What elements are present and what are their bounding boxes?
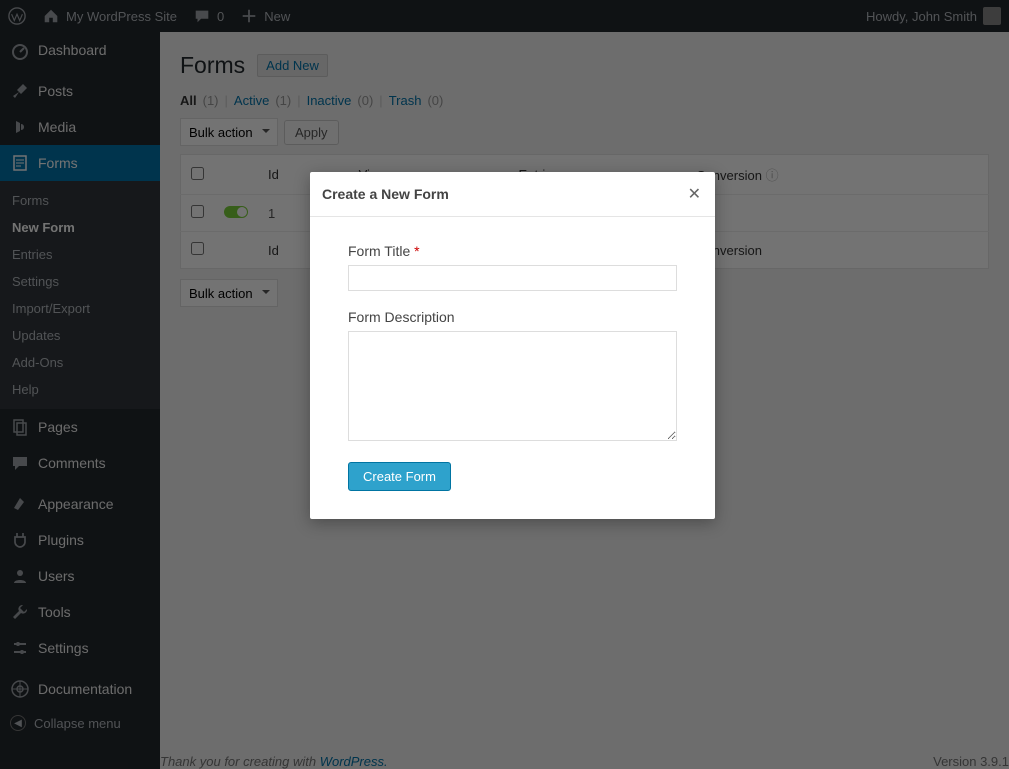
form-title-label: Form Title * (348, 243, 677, 259)
modal-body: Form Title * Form Description Create For… (310, 217, 715, 519)
form-description-label: Form Description (348, 309, 677, 325)
close-icon[interactable]: ✕ (686, 182, 703, 206)
create-form-modal: Create a New Form ✕ Form Title * Form De… (310, 172, 715, 519)
form-description-textarea[interactable] (348, 331, 677, 441)
modal-header: Create a New Form ✕ (310, 172, 715, 217)
form-title-input[interactable] (348, 265, 677, 291)
create-form-button[interactable]: Create Form (348, 462, 451, 491)
modal-title: Create a New Form (322, 186, 449, 202)
